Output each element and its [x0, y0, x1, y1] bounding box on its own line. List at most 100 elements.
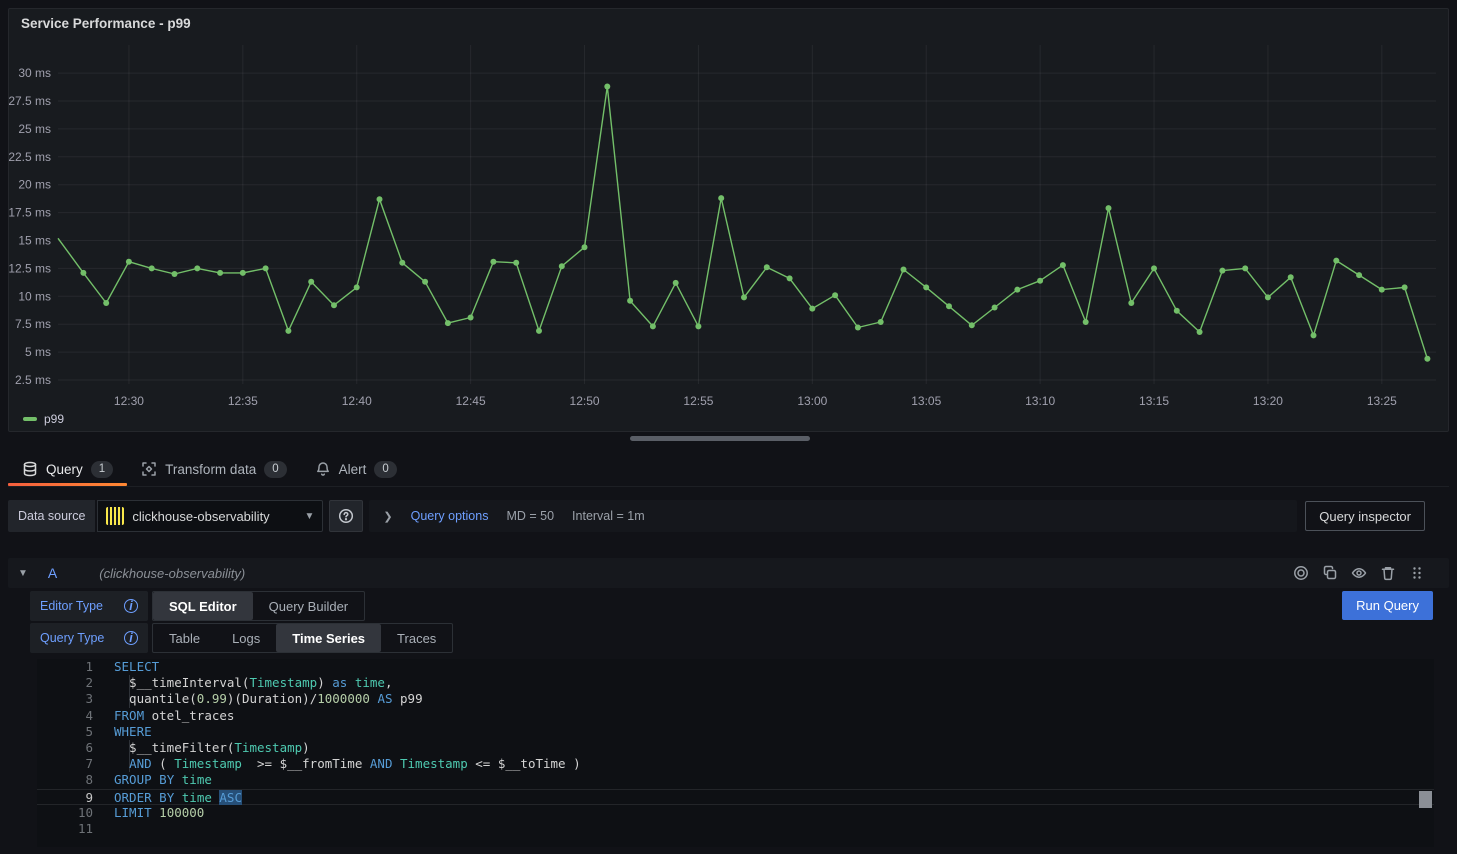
code-text: SELECT	[114, 659, 1434, 675]
x-axis-tick-label: 12:30	[114, 394, 144, 408]
run-query-button[interactable]: Run Query	[1342, 591, 1433, 620]
editor-type-row: Editor Type i SQL EditorQuery Builder	[30, 591, 365, 621]
datasource-row: Data source clickhouse-observability ▼ ❯…	[8, 500, 1449, 532]
data-point	[901, 267, 907, 273]
code-line-7[interactable]: 7 AND ( Timestamp >= $__fromTime AND Tim…	[37, 756, 1434, 772]
chevron-right-icon[interactable]: ❯	[383, 510, 392, 523]
data-point	[331, 302, 337, 308]
y-axis-tick-label: 27.5 ms	[9, 94, 51, 108]
datasource-help-button[interactable]	[329, 500, 363, 532]
tab-transform-data[interactable]: Transform data0	[127, 452, 300, 486]
data-point	[285, 328, 291, 334]
bell-icon	[315, 461, 331, 477]
query-type-option-logs[interactable]: Logs	[216, 624, 276, 652]
data-point	[627, 298, 633, 304]
editor-type-option-query-builder[interactable]: Query Builder	[253, 592, 364, 620]
info-icon[interactable]: i	[124, 599, 138, 613]
x-axis-tick-label: 12:40	[342, 394, 372, 408]
code-line-9[interactable]: 9ORDER BY time ASC	[37, 789, 1434, 805]
eye-icon[interactable]	[1351, 565, 1367, 581]
query-options-link[interactable]: Query options	[411, 509, 489, 523]
data-point	[1311, 332, 1317, 338]
query-type-label-chip: Query Type i	[30, 623, 148, 653]
line-number: 7	[37, 756, 93, 772]
data-point	[422, 279, 428, 285]
query-inspector-button[interactable]: Query inspector	[1305, 501, 1425, 531]
disable-query-icon[interactable]	[1293, 565, 1309, 581]
data-point	[1402, 284, 1408, 290]
code-text: $__timeInterval(Timestamp) as time,	[114, 675, 1434, 691]
sql-code-editor[interactable]: 1SELECT2 $__timeInterval(Timestamp) as t…	[37, 659, 1434, 847]
data-point	[1356, 272, 1362, 278]
y-axis-tick-label: 22.5 ms	[9, 150, 51, 164]
data-point	[1197, 329, 1203, 335]
query-options-bar: ❯ Query options MD = 50 Interval = 1m	[369, 500, 1297, 532]
tab-query[interactable]: Query1	[8, 452, 127, 486]
data-point	[354, 284, 360, 290]
line-number: 6	[37, 740, 93, 756]
collapse-chevron-icon[interactable]: ▼	[18, 568, 28, 579]
data-point	[1242, 265, 1248, 271]
line-number: 4	[37, 708, 93, 724]
line-number: 10	[37, 805, 93, 821]
editor-type-segmented: SQL EditorQuery Builder	[152, 591, 365, 621]
y-axis-tick-label: 12.5 ms	[9, 261, 51, 275]
code-line-1[interactable]: 1SELECT	[37, 659, 1434, 675]
data-point	[217, 270, 223, 276]
question-circle-icon	[338, 508, 354, 524]
x-axis-tick-label: 13:00	[797, 394, 827, 408]
code-line-4[interactable]: 4 FROM otel_traces	[37, 708, 1434, 724]
info-icon[interactable]: i	[124, 631, 138, 645]
data-point	[695, 323, 701, 329]
clickhouse-logo-icon	[106, 507, 124, 525]
query-type-option-time-series[interactable]: Time Series	[276, 624, 381, 652]
editor-type-option-sql-editor[interactable]: SQL Editor	[153, 592, 253, 620]
data-point	[149, 265, 155, 271]
data-point	[445, 320, 451, 326]
code-text: AND ( Timestamp >= $__fromTime AND Times…	[114, 756, 1434, 772]
duplicate-icon[interactable]	[1322, 565, 1338, 581]
x-axis-tick-label: 12:35	[228, 394, 258, 408]
panel-editor-tabs: Query1Transform data0Alert0	[8, 452, 1449, 487]
y-axis-tick-label: 7.5 ms	[15, 317, 51, 331]
code-line-5[interactable]: 5WHERE	[37, 724, 1434, 740]
code-line-6[interactable]: 6 $__timeFilter(Timestamp)	[37, 740, 1434, 756]
code-line-3[interactable]: 3 quantile(0.99)(Duration)/1000000 AS p9…	[37, 691, 1434, 707]
data-point	[923, 284, 929, 290]
code-line-8[interactable]: 8GROUP BY time	[37, 772, 1434, 788]
query-type-option-traces[interactable]: Traces	[381, 624, 452, 652]
trash-icon[interactable]	[1380, 565, 1396, 581]
code-line-11[interactable]: 11	[37, 821, 1434, 837]
code-text: FROM otel_traces	[114, 708, 1434, 724]
query-type-option-table[interactable]: Table	[153, 624, 216, 652]
data-point	[490, 259, 496, 265]
y-axis-tick-label: 25 ms	[18, 122, 51, 136]
query-ref-id[interactable]: A	[48, 565, 57, 581]
data-point	[832, 292, 838, 298]
line-number: 9	[37, 790, 93, 804]
data-point	[1037, 278, 1043, 284]
data-point	[80, 270, 86, 276]
data-point	[809, 306, 815, 312]
data-point	[377, 196, 383, 202]
y-axis-tick-label: 2.5 ms	[15, 373, 51, 387]
legend-series-label: p99	[44, 412, 64, 426]
code-line-10[interactable]: 10LIMIT 100000	[37, 805, 1434, 821]
data-point	[787, 275, 793, 281]
legend[interactable]: p99	[23, 412, 64, 426]
datasource-selected-value: clickhouse-observability	[132, 509, 296, 524]
code-line-2[interactable]: 2 $__timeInterval(Timestamp) as time,	[37, 675, 1434, 691]
x-axis-tick-label: 13:25	[1367, 394, 1397, 408]
data-point	[673, 280, 679, 286]
query-row-header: ▼ A (clickhouse-observability)	[8, 558, 1449, 588]
data-point	[878, 319, 884, 325]
data-point	[172, 271, 178, 277]
tab-count-badge: 0	[264, 461, 286, 478]
drag-handle-icon[interactable]	[1409, 565, 1425, 581]
series-points-p99	[80, 84, 1430, 362]
timeseries-panel: Service Performance - p99 2.5 ms5 ms7.5 …	[8, 8, 1449, 432]
horizontal-scrollbar-thumb[interactable]	[630, 436, 810, 441]
tab-label: Query	[46, 462, 83, 477]
datasource-picker[interactable]: clickhouse-observability ▼	[97, 500, 323, 532]
tab-alert[interactable]: Alert0	[301, 452, 411, 486]
